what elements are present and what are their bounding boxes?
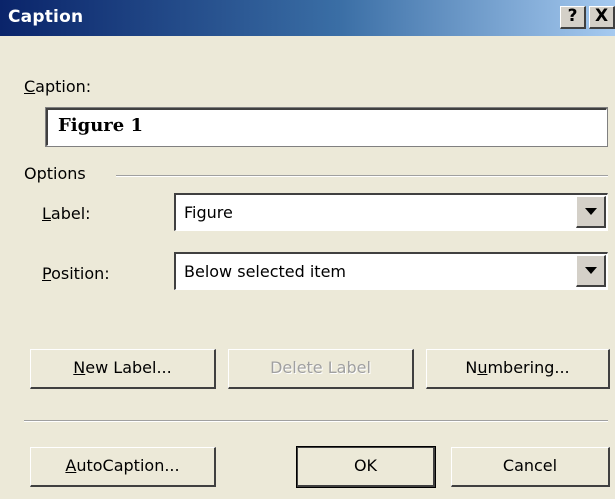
dialog-title: Caption [8,7,84,27]
delete-label-button[interactable]: Delete Label [228,349,414,389]
label-field-label: Label: [42,204,91,223]
label-dropdown-button[interactable] [576,196,606,228]
new-label-text: ew Label... [85,358,172,377]
position-select-value: Below selected item [184,262,346,281]
position-field-text: osition: [51,264,110,283]
label-field-text: abel: [50,204,91,223]
bottom-divider [24,420,608,422]
caption-label-accel: C [24,77,36,96]
ok-button[interactable]: OK [296,446,436,488]
caption-input[interactable]: Figure 1 [45,107,608,147]
options-group-divider [116,175,608,177]
close-button[interactable]: X [589,6,615,29]
new-label-button[interactable]: New Label... [30,349,216,389]
position-field-label: Position: [42,264,110,283]
position-select[interactable]: Below selected item [174,252,608,290]
options-group-label: Options [24,164,86,183]
autocaption-text: utoCaption... [76,456,180,475]
numbering-text: mbering... [487,358,570,377]
caption-label: Caption: [24,77,91,96]
position-field-accel: P [42,264,52,283]
autocaption-button[interactable]: AutoCaption... [30,447,216,487]
new-label-accel: N [73,358,86,377]
chevron-down-icon [585,267,597,274]
help-button[interactable]: ? [560,6,586,29]
label-select[interactable]: Figure [174,193,608,231]
chevron-down-icon [585,208,597,215]
caption-input-value: Figure 1 [58,115,144,136]
close-icon: X [594,6,609,26]
numbering-pre: N [465,358,478,377]
title-bar: Caption ? X [0,0,615,36]
numbering-button[interactable]: Numbering... [426,349,610,389]
caption-label-text: aption: [35,77,92,96]
label-select-value: Figure [184,203,233,222]
cancel-button[interactable]: Cancel [451,447,610,487]
autocaption-accel: A [65,456,77,475]
help-icon: ? [567,6,578,26]
label-field-accel: L [42,204,51,223]
numbering-accel: u [477,358,488,377]
position-dropdown-button[interactable] [576,255,606,287]
